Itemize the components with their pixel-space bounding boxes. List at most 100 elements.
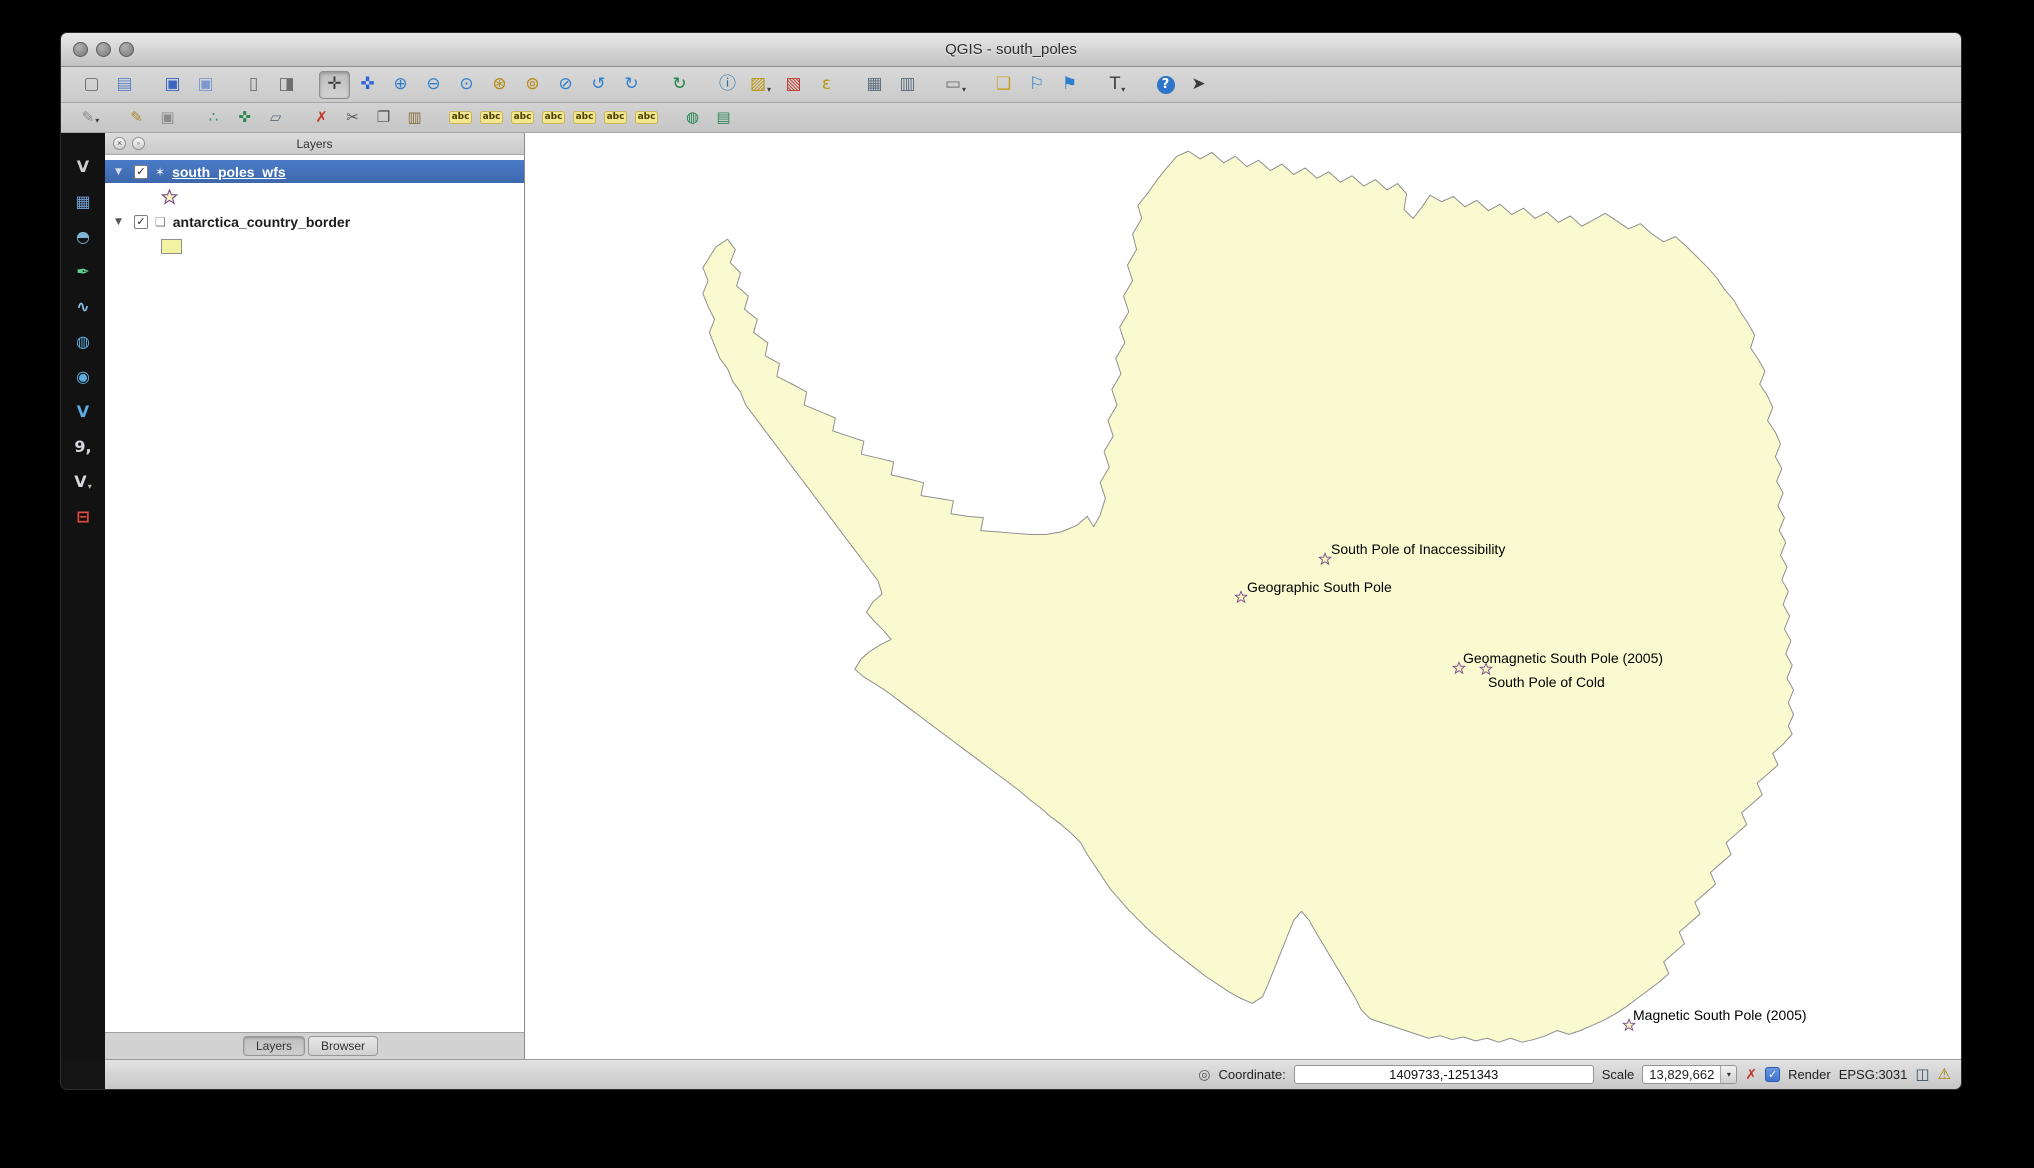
toolbar-button-icon: ε bbox=[821, 74, 832, 94]
zoom-actual-size-icon[interactable]: ⊙ bbox=[451, 71, 482, 99]
field-calculator-icon[interactable]: ▥ bbox=[892, 71, 923, 99]
deselect-features-icon[interactable]: ▧ bbox=[778, 71, 809, 99]
layer-stack-icon[interactable]: ▤ bbox=[709, 105, 738, 130]
add-vector-layer-icon[interactable]: V bbox=[67, 153, 99, 180]
zoom-full-extent-icon[interactable]: ⊛ bbox=[484, 71, 515, 99]
toggle-editing-icon[interactable]: ✎ bbox=[122, 105, 151, 130]
toolbar-button-icon: ∴ bbox=[208, 108, 219, 126]
add-feature-icon[interactable]: ∴ bbox=[199, 105, 228, 130]
layer-item-antarctica-country-border[interactable]: ▼ ✓ ❏ antarctica_country_border bbox=[105, 210, 524, 233]
toolbar-button-icon: ↻ bbox=[672, 74, 687, 94]
toolbar-button-icon: ✛ bbox=[327, 74, 342, 94]
new-shapefile-layer-icon[interactable]: ✒ bbox=[67, 258, 99, 285]
scale-combo[interactable]: 13,829,662 ▾ bbox=[1642, 1065, 1738, 1084]
copy-features-icon[interactable]: ❐ bbox=[369, 105, 398, 130]
node-tool-icon[interactable]: ▱ bbox=[261, 105, 290, 130]
zoom-out-icon[interactable]: ⊖ bbox=[418, 71, 449, 99]
titlebar[interactable]: QGIS - south_poles bbox=[61, 33, 1961, 67]
map-label: Geomagnetic South Pole (2005) bbox=[1463, 650, 1664, 666]
identify-features-icon[interactable]: ⓘ bbox=[712, 71, 743, 99]
select-by-expression-icon[interactable]: ε bbox=[811, 71, 842, 99]
label-properties-icon[interactable]: abc bbox=[632, 105, 661, 130]
map-canvas[interactable]: South Pole of Inaccessibility Geographic… bbox=[525, 133, 1961, 1059]
pan-to-selection-icon[interactable]: ✜ bbox=[352, 71, 383, 99]
show-bookmarks-icon[interactable]: ⚑ bbox=[1054, 71, 1085, 99]
coordinate-input[interactable] bbox=[1293, 1065, 1594, 1084]
zoom-in-icon[interactable]: ⊕ bbox=[385, 71, 416, 99]
dropdown-caret-icon: ▾ bbox=[767, 84, 772, 94]
zoom-to-layer-icon[interactable]: ⊘ bbox=[550, 71, 581, 99]
label-add-icon[interactable]: abc bbox=[477, 105, 506, 130]
dropdown-caret-icon: ▾ bbox=[95, 116, 100, 125]
crs-projection-icon[interactable]: ◫ bbox=[1915, 1067, 1929, 1082]
new-bookmark-icon[interactable]: ⚐ bbox=[1021, 71, 1052, 99]
add-delimited-text-layer-icon[interactable]: 9, bbox=[67, 433, 99, 460]
label-show-hide-icon[interactable]: abc bbox=[601, 105, 630, 130]
expander-icon[interactable]: ▼ bbox=[115, 217, 127, 227]
panel-close-icon[interactable]: × bbox=[113, 137, 126, 150]
current-edits-icon[interactable]: ✎ ▾ bbox=[76, 105, 105, 130]
add-spatialite-layer-icon[interactable]: ∿ bbox=[67, 293, 99, 320]
label-rotate-icon[interactable]: abc bbox=[539, 105, 568, 130]
move-feature-icon[interactable]: ✜ bbox=[230, 105, 259, 130]
add-wfs-layer-icon[interactable]: V bbox=[67, 398, 99, 425]
desktop: { "theme": { "selection_blue": "#4a7bc8"… bbox=[0, 0, 2034, 1168]
expander-icon[interactable]: ▼ bbox=[115, 167, 127, 177]
tab-layers[interactable]: Layers bbox=[243, 1036, 306, 1056]
zoom-to-selection-icon[interactable]: ⊚ bbox=[517, 71, 548, 99]
add-wcs-layer-icon[interactable]: ◉ bbox=[67, 363, 99, 390]
toolbar-button-icon: ✜ bbox=[238, 108, 251, 126]
open-attribute-table-icon[interactable]: ▦ bbox=[859, 71, 890, 99]
add-wms-layer-icon[interactable]: ◍ bbox=[67, 328, 99, 355]
measure-icon[interactable]: ▭ ▾ bbox=[940, 71, 971, 99]
stop-rendering-icon[interactable]: ✗ bbox=[1745, 1068, 1757, 1082]
map-label: South Pole of Inaccessibility bbox=[1331, 541, 1506, 557]
open-project-icon[interactable]: ▤ bbox=[109, 71, 140, 99]
new-project-icon[interactable]: ▢ bbox=[76, 71, 107, 99]
scale-combo-arrow-icon[interactable]: ▾ bbox=[1720, 1066, 1737, 1083]
toolbar-button-icon: ◨ bbox=[278, 74, 295, 94]
dropdown-caret-icon: ▾ bbox=[87, 482, 92, 491]
toolbar-button-icon: abc bbox=[603, 110, 628, 125]
label-pin-icon[interactable]: abc bbox=[570, 105, 599, 130]
layer-symbol-row bbox=[105, 183, 524, 210]
main-toolbar: ▢ ▤ ▣ ▣ ▯ ◨ ✛ ✜ ⊕ ⊖ ⊙ ⊛ ⊚ ⊘ ↺ ↻ ↻ ⓘ ▨ ▾ … bbox=[61, 67, 1961, 103]
toolbar-button-icon: ❐ bbox=[376, 108, 391, 126]
layer-visibility-checkbox[interactable]: ✓ bbox=[134, 164, 148, 179]
vector-layer-menu-icon[interactable]: V ▾ bbox=[67, 468, 99, 495]
cut-features-icon[interactable]: ✂ bbox=[338, 105, 367, 130]
label-move-icon[interactable]: abc bbox=[508, 105, 537, 130]
layer-visibility-checkbox[interactable]: ✓ bbox=[134, 214, 148, 229]
save-layer-edits-icon[interactable]: ▣ bbox=[153, 105, 182, 130]
crs-status-label: EPSG:3031 bbox=[1838, 1067, 1908, 1082]
help-contents-icon[interactable]: ? bbox=[1150, 71, 1181, 99]
add-raster-layer-icon[interactable]: ▦ bbox=[67, 188, 99, 215]
zoom-last-icon[interactable]: ↺ bbox=[583, 71, 614, 99]
refresh-map-icon[interactable]: ↻ bbox=[664, 71, 695, 99]
extents-toggle-icon[interactable]: ◎ bbox=[1198, 1068, 1210, 1082]
delete-selected-icon[interactable]: ✗ bbox=[307, 105, 336, 130]
layer-labeling-icon[interactable]: abc bbox=[446, 105, 475, 130]
panel-detach-icon[interactable]: ◦ bbox=[132, 137, 145, 150]
toolbar-button-icon: ↻ bbox=[624, 74, 639, 94]
layer-toolbar-icon: ◓ bbox=[76, 226, 90, 246]
composer-manager-icon[interactable]: ◨ bbox=[271, 71, 302, 99]
pan-map-icon[interactable]: ✛ bbox=[319, 70, 350, 99]
map-tips-icon[interactable]: ❏ bbox=[988, 71, 1019, 99]
text-annotation-icon[interactable]: T ▾ bbox=[1102, 71, 1133, 99]
save-project-as-icon[interactable]: ▣ bbox=[190, 71, 221, 99]
tab-browser[interactable]: Browser bbox=[308, 1036, 379, 1056]
render-checkbox[interactable]: ✓ bbox=[1765, 1067, 1781, 1082]
select-features-icon[interactable]: ▨ ▾ bbox=[745, 71, 776, 99]
new-print-composer-icon[interactable]: ▯ bbox=[238, 71, 269, 99]
zoom-next-icon[interactable]: ↻ bbox=[616, 71, 647, 99]
message-log-icon[interactable]: ⚠ bbox=[1938, 1067, 1951, 1082]
layer-item-south-poles-wfs[interactable]: ▼ ✓ ✶ south_poles_wfs bbox=[105, 160, 524, 183]
add-postgis-layer-icon[interactable]: ◓ bbox=[67, 223, 99, 250]
web-globe-icon[interactable]: ◍ bbox=[678, 105, 707, 130]
toolbar-button-icon: ▢ bbox=[83, 74, 100, 94]
save-project-icon[interactable]: ▣ bbox=[157, 71, 188, 99]
paste-features-icon[interactable]: ▥ bbox=[400, 105, 429, 130]
remove-layer-icon[interactable]: ⊟ bbox=[67, 503, 99, 530]
whats-this-icon[interactable]: ➤ bbox=[1183, 71, 1214, 99]
